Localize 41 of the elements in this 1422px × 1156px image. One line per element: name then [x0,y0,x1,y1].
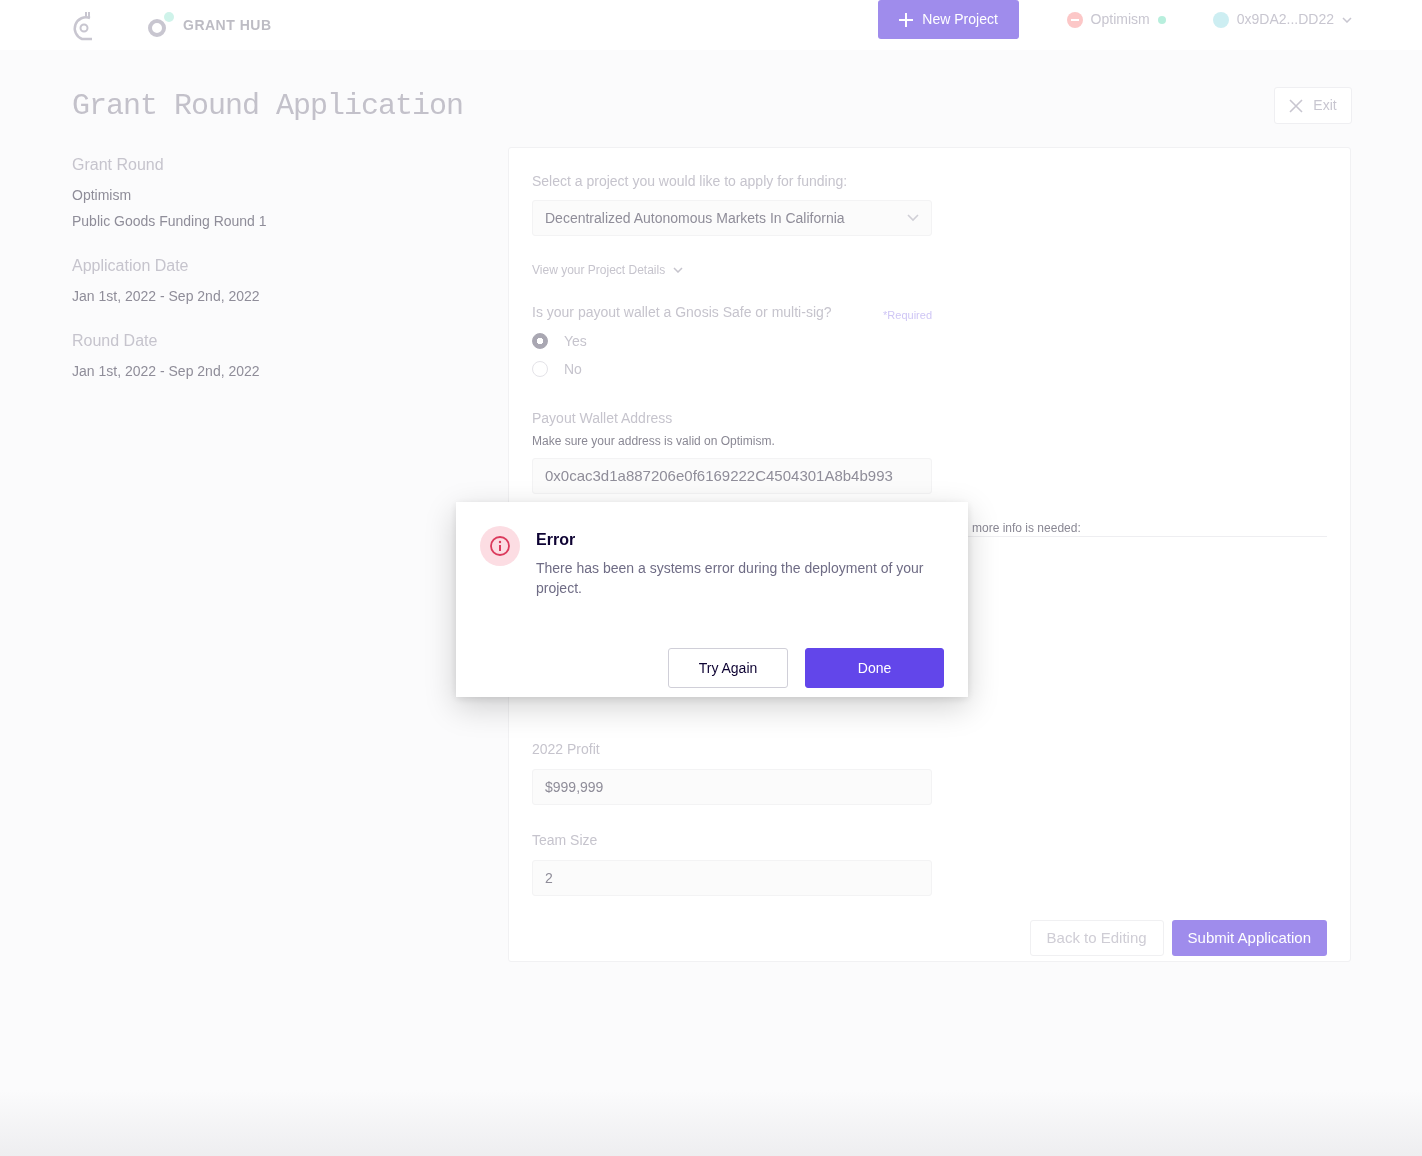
section-detail: Jan 1st, 2022 - Sep 2nd, 2022 [72,287,261,306]
section-detail: Jan 1st, 2022 - Sep 2nd, 2022 [72,362,261,381]
field-label: more info is needed: [972,521,1081,535]
plus-icon [898,11,915,28]
section-detail: Optimism [72,186,133,205]
dialog-title: Error [536,530,577,550]
field-label: 2022 Profit [532,740,601,759]
status-dot-icon [1157,15,1166,24]
chevron-icon [673,267,684,273]
details-toggle[interactable]: View your Project Details [532,261,684,279]
required-note: *Required [883,307,932,323]
section-detail: Public Goods Funding Round 1 [72,212,268,231]
network-icon [1066,11,1083,28]
radio-label: Yes [564,331,587,351]
field-label: Select a project you would like to apply for funding: [532,172,849,191]
network-name[interactable]: Optimism [1090,9,1150,30]
brand-logo-icon [147,11,175,39]
account-address[interactable]: 0x9DA2...DD22 [1236,9,1334,30]
field-hint: Make sure your address is valid on Optimism. [532,433,776,450]
team-size-field[interactable]: 2 [532,860,932,896]
field-label: Is your payout wallet a Gnosis Safe or multi-sig? [532,303,832,322]
try-again-button[interactable]: Try Again [668,648,788,688]
chevron-icon[interactable] [1342,16,1352,23]
info-icon [480,526,520,566]
radio-label: No [564,359,582,379]
avatar-icon [1212,11,1229,28]
brand-name: GRANT HUB [183,15,272,35]
new-project-button[interactable]: New Project [877,0,1019,39]
exit-button[interactable]: Exit [1274,87,1352,124]
field-label: Team Size [532,831,599,850]
wallet-address-field[interactable]: 0x0cac3d1a887206e0f6169222C4504301A8b4b993 [532,458,932,494]
field-label: Payout Wallet Address [532,409,674,428]
dialog-message: There has been a systems error during the deployment of your project. [536,559,925,598]
page-title: Grant Round Application [72,87,464,124]
project-select[interactable]: Decentralized Autonomous Markets In California [532,200,932,236]
done-button[interactable]: Done [805,648,944,688]
radio-button[interactable] [532,333,548,349]
submit-application-button[interactable]: Submit Application [1171,920,1327,956]
profit-field[interactable]: $999,999 [532,769,932,805]
close-icon [1289,98,1304,113]
chevron-icon [907,214,919,222]
